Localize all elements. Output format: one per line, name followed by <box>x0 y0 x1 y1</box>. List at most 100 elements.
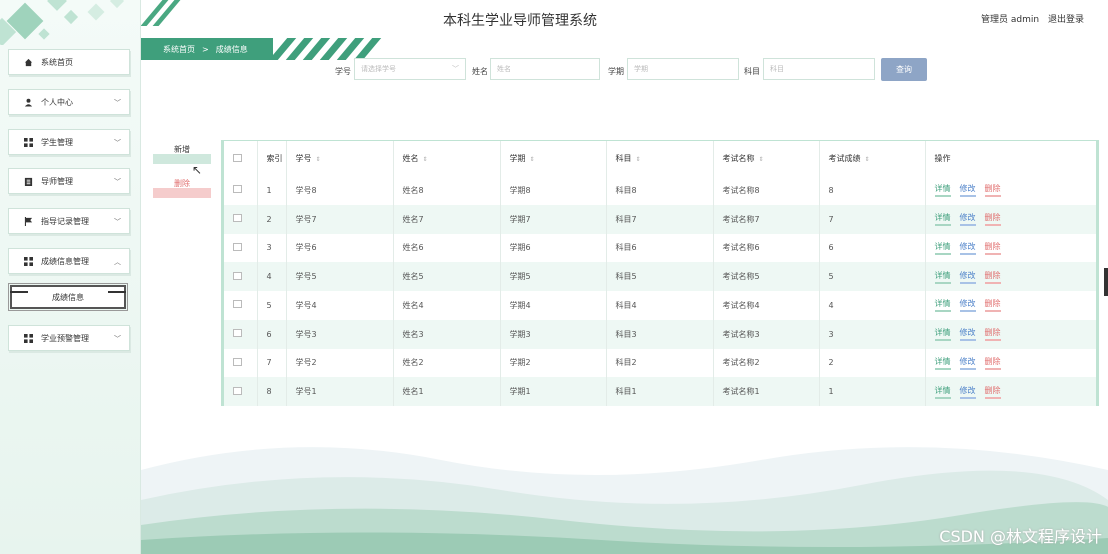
cell-index: 7 <box>257 348 287 378</box>
edit-button[interactable]: 修改 <box>959 385 976 399</box>
query-button[interactable]: 查询 <box>881 58 927 81</box>
header-exam[interactable]: 考试名称 ⇕ <box>713 141 820 176</box>
add-button[interactable]: 新增 <box>153 144 211 164</box>
breadcrumb-current: 成绩信息 <box>215 44 248 54</box>
cell-name: 姓名5 <box>393 262 501 291</box>
edit-button[interactable]: 修改 <box>959 327 976 342</box>
sidebar-item-warning[interactable]: 学业预警管理 ﹀ <box>8 325 130 351</box>
breadcrumb-stripes <box>268 38 382 60</box>
batch-delete-button[interactable]: 删除 <box>153 178 211 198</box>
header-name[interactable]: 姓名 ⇕ <box>393 141 501 176</box>
row-select[interactable] <box>224 204 258 234</box>
checkbox[interactable] <box>233 242 242 251</box>
xuehao-select[interactable]: 请选择学号 ﹀ <box>354 58 466 80</box>
grades-table: 索引 学号 ⇕ 姓名 ⇕ 学期 ⇕ 科目 ⇕ 考试名称 ⇕ 考试成绩 ⇕ 操作 1 学号8 姓名… <box>221 140 1099 406</box>
sidebar-decoration <box>0 0 141 45</box>
cell-xuehao: 学号8 <box>286 176 394 205</box>
header-xuehao[interactable]: 学号 ⇕ <box>286 141 394 176</box>
sort-icon[interactable]: ⇕ <box>530 156 535 163</box>
cell-xuehao: 学号4 <box>286 291 394 320</box>
sidebar-item-home[interactable]: 系统首页 <box>8 49 130 75</box>
detail-button[interactable]: 详情 <box>934 212 951 227</box>
checkbox[interactable] <box>233 153 242 162</box>
edit-button[interactable]: 修改 <box>959 298 976 313</box>
header-subject[interactable]: 科目 ⇕ <box>606 141 714 176</box>
delete-button[interactable]: 删除 <box>984 298 1001 313</box>
scrollbar-thumb[interactable] <box>1104 268 1108 296</box>
row-select[interactable] <box>224 233 258 263</box>
sidebar-subitem-grade-info[interactable]: 成绩信息 <box>8 283 128 311</box>
detail-button[interactable]: 详情 <box>934 183 951 198</box>
cell-term: 学期7 <box>500 204 607 234</box>
delete-button[interactable]: 删除 <box>984 270 1001 284</box>
mouse-cursor-icon: ↖ <box>192 163 203 177</box>
cell-exam: 考试名称6 <box>713 233 820 263</box>
edit-button[interactable]: 修改 <box>959 241 976 255</box>
chevron-down-icon: ﹀ <box>114 139 121 147</box>
header-select-all[interactable] <box>224 141 258 176</box>
detail-button[interactable]: 详情 <box>934 356 951 370</box>
sidebar-item-label: 指导记录管理 <box>41 216 89 226</box>
checkbox[interactable] <box>233 329 242 338</box>
checkbox[interactable] <box>233 185 242 194</box>
sidebar-item-label: 个人中心 <box>41 97 73 107</box>
delete-button[interactable]: 删除 <box>984 327 1001 342</box>
name-input[interactable]: 姓名 <box>490 58 600 80</box>
checkbox[interactable] <box>233 271 242 280</box>
sort-icon[interactable]: ⇕ <box>636 156 641 163</box>
row-select[interactable] <box>224 348 258 378</box>
checkbox[interactable] <box>233 357 242 366</box>
sidebar-item-label: 导师管理 <box>41 176 73 186</box>
detail-button[interactable]: 详情 <box>934 241 951 255</box>
row-select[interactable] <box>224 291 258 320</box>
sort-icon[interactable]: ⇕ <box>316 156 321 163</box>
sidebar-item-students[interactable]: 学生管理 ﹀ <box>8 129 130 155</box>
delete-button[interactable]: 删除 <box>984 212 1001 227</box>
cell-index: 6 <box>257 319 287 349</box>
cell-index: 4 <box>257 262 287 291</box>
table-row: 8 学号1 姓名1 学期1 科目1 考试名称1 1 详情 修改 删除 <box>224 377 1096 406</box>
delete-button[interactable]: 删除 <box>984 183 1001 198</box>
sort-icon[interactable]: ⇕ <box>865 156 870 163</box>
delete-button[interactable]: 删除 <box>984 356 1001 370</box>
delete-button[interactable]: 删除 <box>984 241 1001 255</box>
row-select[interactable] <box>224 319 258 349</box>
delete-button[interactable]: 删除 <box>984 385 1001 399</box>
checkbox[interactable] <box>233 300 242 309</box>
header-term[interactable]: 学期 ⇕ <box>500 141 607 176</box>
edit-button[interactable]: 修改 <box>959 212 976 227</box>
sidebar-item-tutors[interactable]: 导师管理 ﹀ <box>8 168 130 194</box>
table-row: 5 学号4 姓名4 学期4 科目4 考试名称4 4 详情 修改 删除 <box>224 291 1096 320</box>
detail-button[interactable]: 详情 <box>934 298 951 313</box>
sort-icon[interactable]: ⇕ <box>759 156 764 163</box>
watermark: CSDN @林文程序设计 <box>939 527 1102 546</box>
clipboard-icon <box>23 176 33 186</box>
detail-button[interactable]: 详情 <box>934 385 951 399</box>
edit-button[interactable]: 修改 <box>959 356 976 370</box>
row-select[interactable] <box>224 262 258 291</box>
checkbox[interactable] <box>233 214 242 223</box>
edit-button[interactable]: 修改 <box>959 183 976 198</box>
sort-icon[interactable]: ⇕ <box>423 156 428 163</box>
edit-button[interactable]: 修改 <box>959 270 976 284</box>
cell-actions: 详情 修改 删除 <box>925 234 1096 263</box>
sidebar-item-personal[interactable]: 个人中心 ﹀ <box>8 89 130 115</box>
detail-button[interactable]: 详情 <box>934 327 951 342</box>
sidebar-item-grades[interactable]: 成绩信息管理 ︿ <box>8 248 130 274</box>
cell-xuehao: 学号5 <box>286 262 394 291</box>
term-input[interactable]: 学期 <box>627 58 739 80</box>
header-stripes <box>141 0 191 26</box>
sidebar-item-guidance[interactable]: 指导记录管理 ﹀ <box>8 208 130 234</box>
checkbox[interactable] <box>233 386 242 395</box>
row-select[interactable] <box>224 377 258 406</box>
subject-input[interactable]: 科目 <box>763 58 875 80</box>
cell-exam: 考试名称8 <box>713 176 820 205</box>
header-score[interactable]: 考试成绩 ⇕ <box>819 141 926 176</box>
cell-term: 学期8 <box>500 176 607 205</box>
row-select[interactable] <box>224 176 258 205</box>
cell-name: 姓名4 <box>393 291 501 320</box>
logout-link[interactable]: 退出登录 <box>1048 15 1084 25</box>
cell-score: 7 <box>819 204 926 234</box>
breadcrumb-home[interactable]: 系统首页 <box>163 44 195 55</box>
detail-button[interactable]: 详情 <box>934 270 951 284</box>
